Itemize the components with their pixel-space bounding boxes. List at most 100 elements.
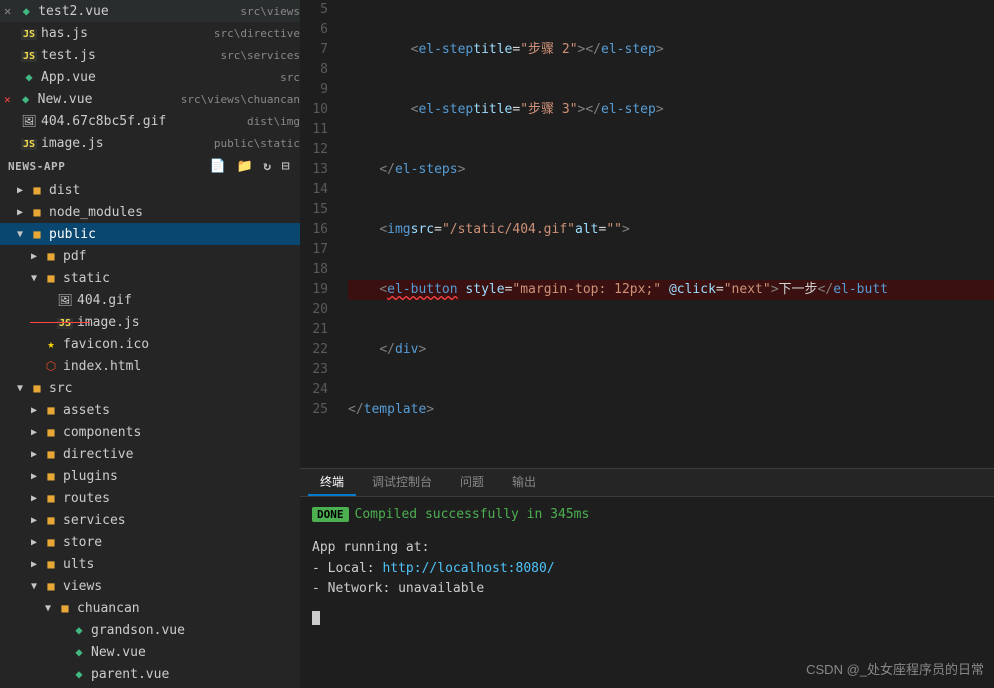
tree-item-grandsonvue[interactable]: ◆ grandson.vue xyxy=(0,619,300,641)
tree-item-views[interactable]: ▼ ■ views xyxy=(0,575,300,597)
folder-label: dist xyxy=(49,183,300,198)
tree-item-assets[interactable]: ▶ ■ assets xyxy=(0,399,300,421)
tree-item-routes[interactable]: ▶ ■ routes xyxy=(0,487,300,509)
file-label: image.js xyxy=(77,315,300,330)
code-line-7: </el-steps> xyxy=(348,160,994,180)
code-line-11: </template> xyxy=(348,400,994,420)
file-label: grandson.vue xyxy=(91,623,300,638)
tree-item-ults[interactable]: ▶ ■ ults xyxy=(0,553,300,575)
open-file-imagejs[interactable]: JS image.js public\static xyxy=(0,132,300,154)
file-path: dist\img xyxy=(247,115,300,128)
open-file-appvue[interactable]: ◆ App.vue src xyxy=(0,66,300,88)
tree-item-directive[interactable]: ▶ ■ directive xyxy=(0,443,300,465)
vue-icon: ◆ xyxy=(70,667,88,681)
close-icon[interactable]: ✕ xyxy=(4,4,11,18)
folder-label: plugins xyxy=(63,469,300,484)
new-file-icon[interactable]: 📄 xyxy=(208,158,229,175)
file-path: src\services xyxy=(221,49,300,62)
tab-output[interactable]: 输出 xyxy=(500,469,548,496)
tree-item-parentvue[interactable]: ◆ parent.vue xyxy=(0,663,300,685)
file-label: has.js xyxy=(41,26,210,41)
open-file-gif[interactable]: 🖼 404.67c8bc5f.gif dist\img xyxy=(0,110,300,132)
folder-open-icon: ■ xyxy=(28,227,46,241)
tree-item-dist[interactable]: ▶ ■ dist xyxy=(0,179,300,201)
vue-icon: ◆ xyxy=(70,623,88,637)
app-running-label: App running at: xyxy=(312,540,429,555)
network-label: - Network: unavailable xyxy=(312,581,484,596)
tree-item-newvue[interactable]: ◆ New.vue xyxy=(0,641,300,663)
open-file-test2vue[interactable]: ✕ ◆ test2.vue src\views xyxy=(0,0,300,22)
tree-item-src[interactable]: ▼ ■ src xyxy=(0,377,300,399)
new-folder-icon[interactable]: 📁 xyxy=(234,158,255,175)
vue-icon: ◆ xyxy=(17,4,35,18)
file-path: src xyxy=(280,71,300,84)
js-icon: JS xyxy=(20,136,38,150)
code-line-6: <el-step title="步骤 3"></el-step> xyxy=(348,100,994,120)
tree-item-store[interactable]: ▶ ■ store xyxy=(0,531,300,553)
code-line-8: <img src="/static/404.gif" alt=""> xyxy=(348,220,994,240)
tab-terminal[interactable]: 终端 xyxy=(308,469,356,496)
folder-icon: ■ xyxy=(42,403,60,417)
code-content[interactable]: <el-step title="步骤 2"></el-step> <el-ste… xyxy=(340,0,994,468)
tree-item-node-modules[interactable]: ▶ ■ node_modules xyxy=(0,201,300,223)
folder-icon: ■ xyxy=(42,249,60,263)
arrow-icon: ▶ xyxy=(26,515,42,526)
js-icon: JS xyxy=(20,26,38,40)
open-file-testjs[interactable]: JS test.js src\services xyxy=(0,44,300,66)
tree-item-favicon[interactable]: ★ favicon.ico xyxy=(0,333,300,355)
tree-item-static[interactable]: ▼ ■ static xyxy=(0,267,300,289)
gif-icon: 🖼 xyxy=(56,293,74,307)
terminal-network-line: - Network: unavailable xyxy=(312,579,982,600)
tree-item-pdf[interactable]: ▶ ■ pdf xyxy=(0,245,300,267)
folder-label: static xyxy=(63,271,300,286)
tab-debug[interactable]: 调试控制台 xyxy=(360,469,444,496)
code-line-5: <el-step title="步骤 2"></el-step> xyxy=(348,40,994,60)
code-view[interactable]: 5 6 7 8 9 10 11 12 13 14 15 16 17 18 19 … xyxy=(300,0,994,468)
refresh-icon[interactable]: ↻ xyxy=(261,158,273,175)
code-line-9: <el-button style="margin-top: 12px;" @cl… xyxy=(348,280,994,300)
tree-item-plugins[interactable]: ▶ ■ plugins xyxy=(0,465,300,487)
ico-icon: ★ xyxy=(42,337,60,351)
js-icon: JS xyxy=(56,315,74,329)
open-file-hasjs[interactable]: JS has.js src\directive xyxy=(0,22,300,44)
local-url[interactable]: http://localhost:8080/ xyxy=(382,561,554,576)
arrow-icon: ▶ xyxy=(26,537,42,548)
open-file-newvue[interactable]: ✕ ◆ New.vue src\views\chuancan xyxy=(0,88,300,110)
arrow-icon: ▶ xyxy=(26,427,42,438)
tree-item-public[interactable]: ▼ ■ public xyxy=(0,223,300,245)
arrow-icon: ▶ xyxy=(12,207,28,218)
folder-icon: ■ xyxy=(28,183,46,197)
tree-item-components[interactable]: ▶ ■ components xyxy=(0,421,300,443)
arrow-icon: ▼ xyxy=(26,581,42,592)
tree-item-404gif[interactable]: 🖼 404.gif xyxy=(0,289,300,311)
tree-item-chuancan[interactable]: ▼ ■ chuancan xyxy=(0,597,300,619)
arrow-icon: ▼ xyxy=(26,273,42,284)
cursor xyxy=(312,611,320,625)
file-path: src\directive xyxy=(214,27,300,40)
arrow-icon: ▶ xyxy=(26,559,42,570)
folder-label: pdf xyxy=(63,249,300,264)
code-line-10: </div> xyxy=(348,340,994,360)
file-path: src\views xyxy=(240,5,300,18)
arrow-icon: ▼ xyxy=(40,603,56,614)
vue-icon: ◆ xyxy=(17,92,35,106)
folder-label: chuancan xyxy=(77,601,300,616)
file-label: test2.vue xyxy=(38,4,236,19)
tree-item-services[interactable]: ▶ ■ services xyxy=(0,509,300,531)
close-icon[interactable]: ✕ xyxy=(4,93,11,106)
folder-open-icon: ■ xyxy=(42,579,60,593)
section-header-news-app[interactable]: NEWS-APP 📄 📁 ↻ ⊟ xyxy=(0,154,300,179)
folder-label: components xyxy=(63,425,300,440)
local-label: - Local: xyxy=(312,561,375,576)
folder-label: src xyxy=(49,381,300,396)
collapse-icon[interactable]: ⊟ xyxy=(280,158,292,175)
folder-label: directive xyxy=(63,447,300,462)
tree-item-indexhtml[interactable]: ⬡ index.html xyxy=(0,355,300,377)
file-label: image.js xyxy=(41,136,210,151)
folder-icon: ■ xyxy=(42,535,60,549)
section-header-icons: 📄 📁 ↻ ⊟ xyxy=(208,158,292,175)
file-label: index.html xyxy=(63,359,300,374)
tree-item-imagejs[interactable]: JS image.js xyxy=(0,311,300,333)
tab-problems[interactable]: 问题 xyxy=(448,469,496,496)
js-icon: JS xyxy=(20,48,38,62)
